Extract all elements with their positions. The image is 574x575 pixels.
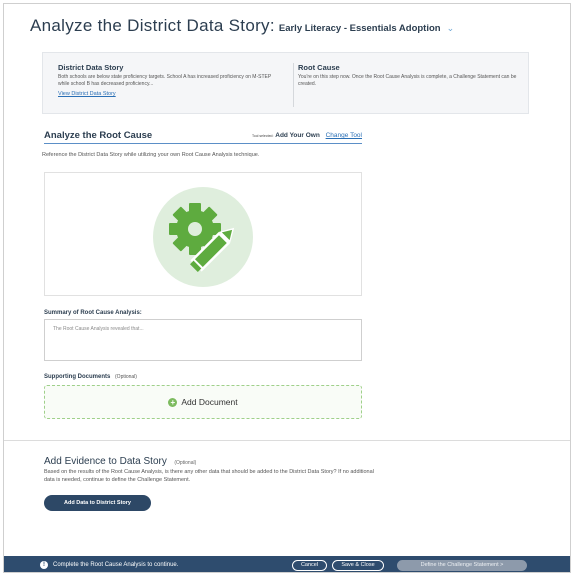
chevron-down-icon[interactable]: ⌄ [447,23,455,34]
evidence-header: Add Evidence to Data Story (Optional) [44,451,196,469]
tool-selection: Tool selected: Add Your Own Change Tool [252,132,362,139]
app-frame: Analyze the District Data Story: Early L… [3,3,571,573]
add-data-to-district-story-button[interactable]: Add Data to District Story [44,495,151,511]
summary-placeholder: The Root Cause Analysis revealed that... [53,326,144,332]
tool-selected-label: Tool selected: [252,134,274,138]
supporting-documents-label: Supporting Documents (Optional) [44,374,137,380]
page-header: Analyze the District Data Story: Early L… [30,16,454,36]
evidence-optional-tag: (Optional) [174,460,197,466]
analyze-description: Reference the District Data Story while … [42,152,260,158]
district-story-text: Both schools are below state proficiency… [58,74,272,87]
summary-textarea[interactable]: The Root Cause Analysis revealed that... [44,319,362,361]
add-document-label: Add Document [181,397,238,407]
plus-circle-icon: + [168,397,178,407]
footer-info: ! Complete the Root Cause Analysis to co… [40,561,178,569]
district-data-story-card: District Data Story Both schools are bel… [58,63,278,97]
root-cause-card: Root Cause You're on this step now. Once… [293,63,518,107]
change-tool-link[interactable]: Change Tool [326,132,362,139]
save-close-button[interactable]: Save & Close [332,560,384,571]
define-challenge-statement-button[interactable]: Define the Challenge Statement > [397,560,527,571]
tool-name: Add Your Own [275,132,320,139]
evidence-title: Add Evidence to Data Story [44,456,167,467]
page-title: Analyze the District Data Story: [30,16,275,35]
footer-bar: ! Complete the Root Cause Analysis to co… [4,556,570,572]
analyze-title: Analyze the Root Cause [44,130,153,141]
add-document-dropzone[interactable]: + Add Document [44,385,362,419]
info-icon: ! [40,561,48,569]
district-story-heading: District Data Story [58,63,124,72]
evidence-description: Based on the results of the Root Cause A… [44,469,374,483]
gear-pencil-icon [153,187,253,287]
footer-message: Complete the Root Cause Analysis to cont… [53,562,179,568]
tool-illustration-panel [44,172,362,296]
cancel-button[interactable]: Cancel [292,560,327,571]
analyze-section-header: Analyze the Root Cause Tool selected: Ad… [44,130,362,144]
section-divider [4,440,570,441]
root-cause-heading: Root Cause [298,63,340,72]
root-cause-text: You're on this step now. Once the Root C… [298,74,517,87]
initiative-selector[interactable]: Early Literacy - Essentials Adoption [279,23,441,34]
summary-label: Summary of Root Cause Analysis: [44,310,142,316]
story-summary-panel: District Data Story Both schools are bel… [42,52,529,114]
supporting-optional-tag: (Optional) [115,374,137,380]
supporting-documents-title: Supporting Documents [44,374,111,380]
view-district-story-link[interactable]: View District Data Story [58,91,278,97]
